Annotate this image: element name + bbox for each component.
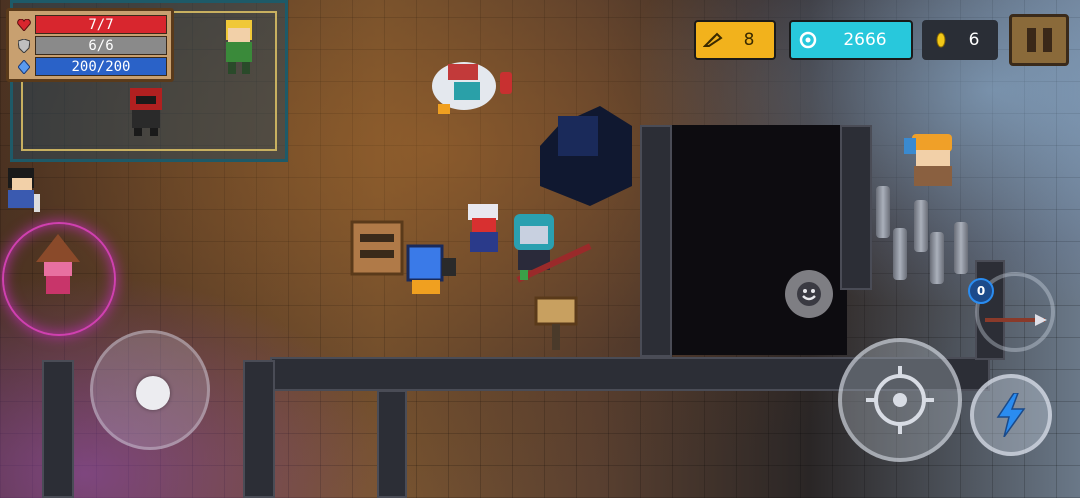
wooden-sign[interactable] [532, 292, 580, 354]
swordsman-npc[interactable] [0, 164, 44, 220]
weapon-energy-cost: 0 [968, 278, 994, 304]
wall-segment [243, 360, 275, 498]
pause-icon [1026, 28, 1036, 52]
gas-cylinder [893, 228, 907, 280]
weapon-crate[interactable] [350, 220, 404, 276]
elf-npc[interactable] [218, 18, 260, 76]
movement-joystick[interactable] [90, 330, 210, 450]
joystick-knob[interactable] [136, 376, 170, 410]
energy-crystal-icon [13, 59, 35, 74]
flying-merchant-npc[interactable] [430, 56, 520, 120]
gems-counter: 8 [694, 20, 776, 60]
red-hooded-npc[interactable] [124, 88, 168, 136]
dark-room [672, 125, 847, 355]
miner-npc[interactable] [902, 130, 962, 188]
gas-cylinder [914, 200, 928, 252]
wall-segment [640, 125, 672, 357]
armor-row: 6/6 [13, 35, 167, 56]
energy-row: 200/200 [13, 56, 167, 77]
pause-icon [1042, 28, 1052, 52]
gas-cylinder [876, 186, 890, 238]
gold-value: 6 [968, 30, 980, 50]
gems-value: 8 [743, 30, 755, 50]
player-character [508, 212, 598, 284]
smiley-icon [797, 282, 821, 306]
lightning-icon [996, 393, 1026, 437]
crosshair-icon [866, 366, 934, 434]
witch-npc[interactable] [30, 234, 86, 296]
hp-bar: 7/7 [35, 15, 167, 34]
dark-statue [540, 106, 632, 206]
shield-icon [13, 38, 35, 53]
blue-robot-pet [404, 244, 458, 298]
white-haired-mercenary[interactable] [462, 204, 506, 258]
gas-cylinder [930, 232, 944, 284]
attack-button[interactable] [838, 338, 962, 462]
emote-button[interactable] [785, 270, 833, 318]
gold-coin-icon [924, 32, 958, 48]
wall-segment [840, 125, 872, 290]
gas-cylinder [954, 222, 968, 274]
skill-button[interactable] [970, 374, 1052, 456]
player-stats-panel: 7/7 6/6 200/200 [6, 8, 174, 82]
gem-icon [696, 32, 730, 48]
hp-row: 7/7 [13, 14, 167, 35]
coins-value: 2666 [843, 30, 887, 50]
energy-bar: 200/200 [35, 57, 167, 76]
wall-segment [377, 390, 407, 498]
armor-bar: 6/6 [35, 36, 167, 55]
wall-segment [42, 360, 74, 498]
coins-counter: 2666 [789, 20, 913, 60]
pause-button[interactable] [1009, 14, 1069, 66]
coin-ring-icon [791, 31, 825, 49]
gold-counter: 6 [922, 20, 998, 60]
heart-icon [13, 18, 35, 31]
